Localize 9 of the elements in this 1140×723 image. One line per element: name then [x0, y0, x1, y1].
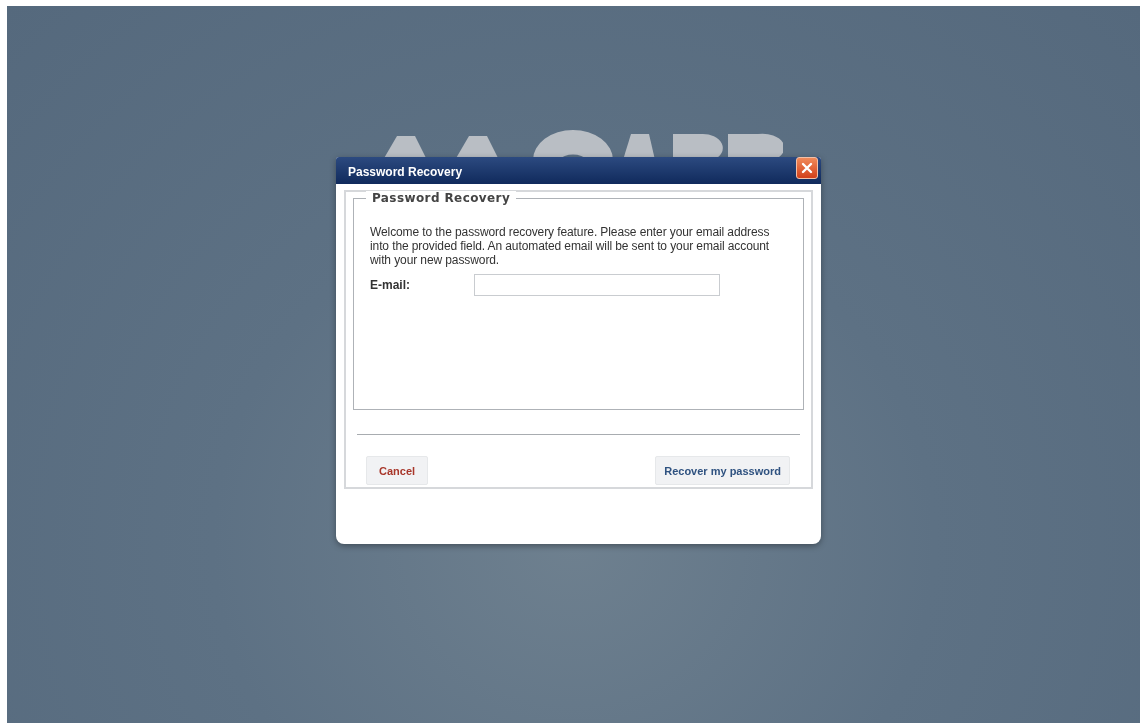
close-button[interactable] [796, 156, 818, 179]
cancel-button[interactable]: Cancel [366, 456, 429, 485]
fieldset-legend: Password Recovery [366, 191, 517, 205]
instructions-text: Welcome to the password recovery feature. Please enter your email address into the provided field. An automated email will be sent to your email account with your new password. [370, 225, 771, 267]
field-label: E-mail: [370, 278, 411, 292]
recover-button[interactable]: Recover my password [655, 456, 790, 485]
close-icon [801, 161, 813, 174]
dialog-title: Password Recovery [348, 164, 463, 179]
email-field[interactable] [474, 274, 720, 296]
